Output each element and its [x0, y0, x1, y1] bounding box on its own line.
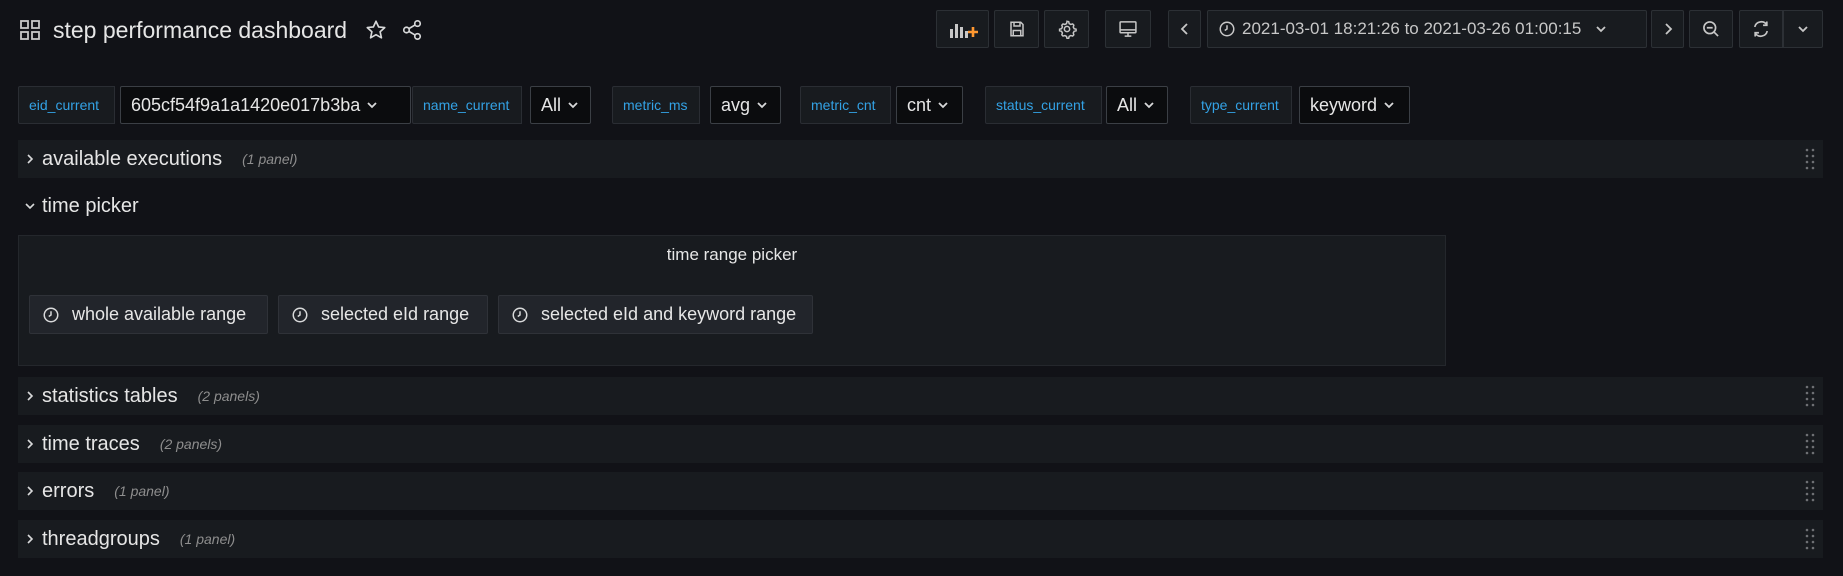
chevron-right-icon	[1664, 23, 1672, 35]
row-threadgroups[interactable]: threadgroups (1 panel)	[18, 520, 1823, 558]
chevron-left-icon	[1180, 23, 1188, 35]
variable-label-type-current: type_current	[1190, 86, 1292, 124]
chevron-down-icon	[1798, 26, 1808, 33]
row-available-executions[interactable]: available executions (1 panel)	[18, 140, 1823, 178]
clock-icon	[512, 307, 528, 322]
refresh-interval-button[interactable]	[1783, 10, 1823, 48]
chevron-right-icon	[20, 533, 40, 545]
star-icon[interactable]	[365, 19, 387, 41]
add-panel-icon	[949, 24, 978, 38]
button-label: selected eId and keyword range	[541, 304, 797, 324]
dashboard-settings-button[interactable]	[1044, 10, 1089, 48]
row-title: statistics tables	[42, 384, 178, 407]
variable-label-metric-cnt: metric_cnt	[800, 86, 891, 124]
drag-handle-icon[interactable]	[1805, 432, 1815, 456]
variable-select-eid-current[interactable]: 605cf54f9a1a1420e017b3ba	[120, 86, 411, 124]
variable-value: All	[1117, 94, 1138, 115]
time-range-text: 2021-03-01 18:21:26 to 2021-03-26 01:00:…	[1242, 19, 1582, 38]
time-range-picker-button[interactable]: 2021-03-01 18:21:26 to 2021-03-26 01:00:…	[1207, 10, 1647, 48]
chevron-right-icon	[20, 438, 40, 450]
selected-eid-range-button[interactable]: selected eId range	[278, 295, 488, 334]
row-time-traces[interactable]: time traces (2 panels)	[18, 425, 1823, 463]
dashboard-title-area: step performance dashboard	[19, 14, 423, 46]
chevron-down-icon	[757, 102, 767, 109]
variable-label-metric-ms: metric_ms	[612, 86, 700, 124]
chevron-right-icon	[20, 390, 40, 402]
zoom-out-button[interactable]	[1689, 10, 1733, 48]
variable-label-name-current: name_current	[412, 86, 522, 124]
chevron-down-icon	[367, 102, 377, 109]
variable-select-type-current[interactable]: keyword	[1299, 86, 1410, 124]
variable-label-status-current: status_current	[985, 86, 1102, 124]
variable-value: keyword	[1310, 94, 1378, 115]
row-errors[interactable]: errors (1 panel)	[18, 472, 1823, 510]
dashboard-navbar: step performance dashboard 2021-03-01 18…	[0, 0, 1843, 60]
variable-select-metric-ms[interactable]: avg	[710, 86, 781, 124]
drag-handle-icon[interactable]	[1805, 527, 1815, 551]
row-panel-count: (2 panels)	[197, 388, 260, 404]
variable-label-eid-current: eid_current	[18, 86, 115, 124]
dashboard-grid-icon	[20, 20, 40, 40]
drag-handle-icon[interactable]	[1805, 147, 1815, 171]
tv-mode-icon	[1119, 21, 1137, 37]
add-panel-button[interactable]	[936, 10, 989, 48]
clock-icon	[1219, 21, 1235, 37]
variable-value: cnt	[907, 94, 932, 115]
chevron-right-icon	[20, 485, 40, 497]
row-panel-count: (2 panels)	[159, 436, 223, 452]
chevron-down-icon	[1596, 26, 1606, 33]
zoom-out-icon	[1703, 21, 1719, 37]
row-statistics-tables[interactable]: statistics tables (2 panels)	[18, 377, 1823, 415]
drag-handle-icon[interactable]	[1805, 479, 1815, 503]
refresh-icon	[1753, 21, 1769, 37]
selected-eid-and-keyword-range-button[interactable]: selected eId and keyword range	[498, 295, 813, 334]
row-panel-count: (1 panel)	[114, 483, 170, 499]
refresh-button[interactable]	[1739, 10, 1783, 48]
variable-select-status-current[interactable]: All	[1106, 86, 1168, 124]
chevron-down-icon	[938, 102, 948, 109]
variable-select-metric-cnt[interactable]: cnt	[896, 86, 963, 124]
row-panel-count: (1 panel)	[242, 151, 298, 167]
save-icon	[1009, 21, 1024, 37]
variable-select-name-current[interactable]: All	[530, 86, 591, 124]
chevron-down-icon	[1144, 102, 1154, 109]
button-label: selected eId range	[321, 304, 470, 324]
variable-value: All	[541, 94, 562, 115]
clock-icon	[292, 307, 308, 322]
panel-title[interactable]: time range picker	[19, 245, 1445, 265]
save-dashboard-button[interactable]	[994, 10, 1039, 48]
variable-value: 605cf54f9a1a1420e017b3ba	[131, 94, 361, 115]
row-time-picker[interactable]: time picker	[18, 187, 1823, 225]
variable-value: avg	[721, 94, 751, 115]
clock-icon	[43, 307, 59, 322]
share-icon[interactable]	[401, 19, 423, 41]
drag-handle-icon[interactable]	[1805, 384, 1815, 408]
chevron-down-icon	[568, 102, 578, 109]
row-title: threadgroups	[42, 527, 160, 550]
row-panel-count: (1 panel)	[179, 531, 236, 547]
chevron-down-icon	[20, 201, 40, 211]
time-shift-forward-button[interactable]	[1651, 10, 1684, 48]
whole-available-range-button[interactable]: whole available range	[29, 295, 268, 334]
row-title: available executions	[42, 147, 223, 170]
chevron-right-icon	[20, 153, 40, 165]
chevron-down-icon	[1384, 102, 1394, 109]
time-range-picker-panel: time range picker whole available range …	[18, 235, 1446, 366]
dashboard-title[interactable]: step performance dashboard	[53, 17, 347, 44]
tv-mode-button[interactable]	[1105, 10, 1151, 48]
settings-icon	[1058, 20, 1077, 39]
row-title: errors	[42, 479, 95, 502]
row-title: time traces	[42, 432, 140, 455]
button-label: whole available range	[72, 304, 247, 324]
time-shift-back-button[interactable]	[1168, 10, 1201, 48]
row-title: time picker	[42, 194, 139, 217]
